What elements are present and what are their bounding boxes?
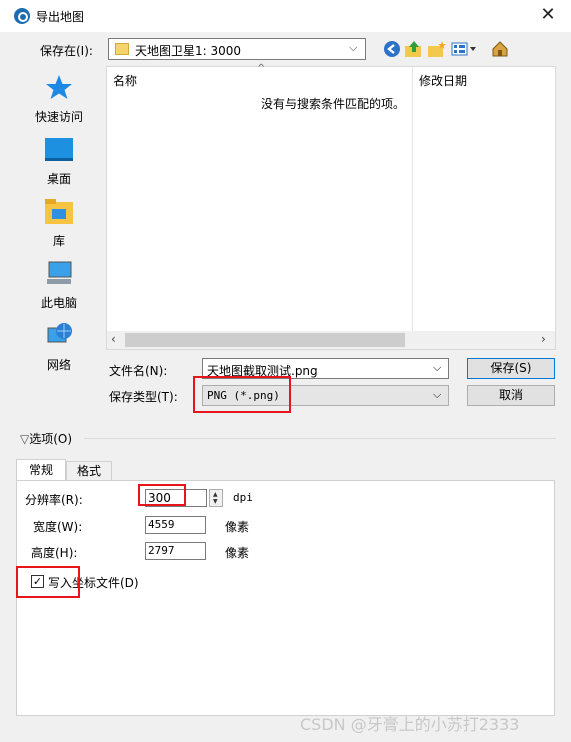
app-icon — [14, 8, 30, 24]
scroll-right-icon[interactable]: › — [541, 332, 546, 346]
place-network[interactable]: 网络 — [17, 318, 101, 378]
tab-format[interactable]: 格式 — [66, 461, 112, 481]
place-library[interactable]: 库 — [17, 194, 101, 254]
sort-ascending-icon: ^ — [257, 63, 266, 74]
file-list[interactable]: ^ 名称 修改日期 没有与搜索条件匹配的项。 ‹ › — [106, 63, 556, 350]
place-quick-access[interactable]: 快速访问 — [17, 70, 101, 130]
tab-panel-general: 分辨率(R): 300 ▲ ▼ dpi 宽度(W): 4559 像素 高度(H)… — [16, 480, 555, 716]
column-divider — [412, 67, 413, 331]
save-in-path: 天地图卫星1: 3000 — [135, 44, 242, 58]
horizontal-scrollbar[interactable]: ‹ › — [107, 331, 555, 349]
chevron-down-icon[interactable]: ⌵ — [433, 361, 441, 375]
resolution-unit: dpi — [233, 491, 253, 504]
chevron-down-icon[interactable]: ⌵ — [433, 388, 441, 402]
close-button[interactable]: ✕ — [536, 4, 560, 28]
cancel-button[interactable]: 取消 — [467, 385, 555, 406]
window-title: 导出地图 — [36, 10, 85, 24]
scrollbar-thumb[interactable] — [125, 333, 405, 347]
desktop-icon — [45, 136, 73, 162]
chevron-down-icon: ▽ — [20, 432, 30, 446]
chevron-down-icon: ⌵ — [349, 41, 358, 54]
tab-general[interactable]: 常规 — [16, 459, 66, 481]
spin-down-icon[interactable]: ▼ — [213, 498, 218, 505]
resolution-spinner[interactable]: ▲ ▼ — [209, 489, 223, 507]
home-icon[interactable] — [490, 40, 510, 60]
highlight-box-checkbox — [16, 566, 80, 598]
star-icon — [45, 74, 73, 100]
height-unit: 像素 — [225, 546, 250, 560]
save-in-combo[interactable]: 天地图卫星1: 3000 ⌵ — [108, 38, 366, 60]
folder-icon — [115, 43, 129, 55]
options-toggle-label: 选项(O) — [29, 432, 73, 446]
back-icon[interactable] — [382, 40, 402, 60]
title-bar: 导出地图 ✕ — [0, 0, 571, 32]
file-type-label: 保存类型(T): — [109, 390, 178, 404]
up-folder-icon[interactable] — [404, 40, 424, 60]
width-unit: 像素 — [225, 520, 250, 534]
highlight-box-file-type — [193, 376, 291, 413]
width-input[interactable]: 4559 — [145, 516, 206, 534]
height-label: 高度(H): — [31, 546, 78, 560]
place-this-pc[interactable]: 此电脑 — [17, 256, 101, 316]
column-header-name[interactable]: 名称 — [113, 72, 137, 89]
spin-up-icon[interactable]: ▲ — [213, 491, 218, 498]
places-bar: 快速访问 桌面 库 此电脑 网络 — [17, 66, 101, 378]
network-icon — [45, 322, 73, 348]
column-header-date[interactable]: 修改日期 — [419, 72, 467, 89]
empty-message: 没有与搜索条件匹配的项。 — [261, 97, 406, 111]
file-name-label: 文件名(N): — [109, 364, 168, 378]
scroll-left-icon[interactable]: ‹ — [111, 332, 116, 346]
width-label: 宽度(W): — [33, 520, 83, 534]
options-divider — [84, 438, 556, 439]
save-button[interactable]: 保存(S) — [467, 358, 555, 379]
library-folder-icon — [45, 198, 73, 224]
computer-icon — [45, 260, 73, 286]
save-in-label: 保存在(I): — [40, 44, 93, 58]
resolution-label: 分辨率(R): — [25, 493, 83, 507]
watermark: CSDN @牙膏上的小苏打2333 — [300, 715, 520, 734]
new-folder-icon[interactable] — [427, 40, 447, 60]
height-input[interactable]: 2797 — [145, 542, 206, 560]
options-toggle[interactable]: ▽选项(O) — [20, 430, 72, 447]
highlight-box-resolution — [138, 484, 186, 506]
place-desktop[interactable]: 桌面 — [17, 132, 101, 192]
view-menu-icon[interactable] — [451, 40, 477, 60]
